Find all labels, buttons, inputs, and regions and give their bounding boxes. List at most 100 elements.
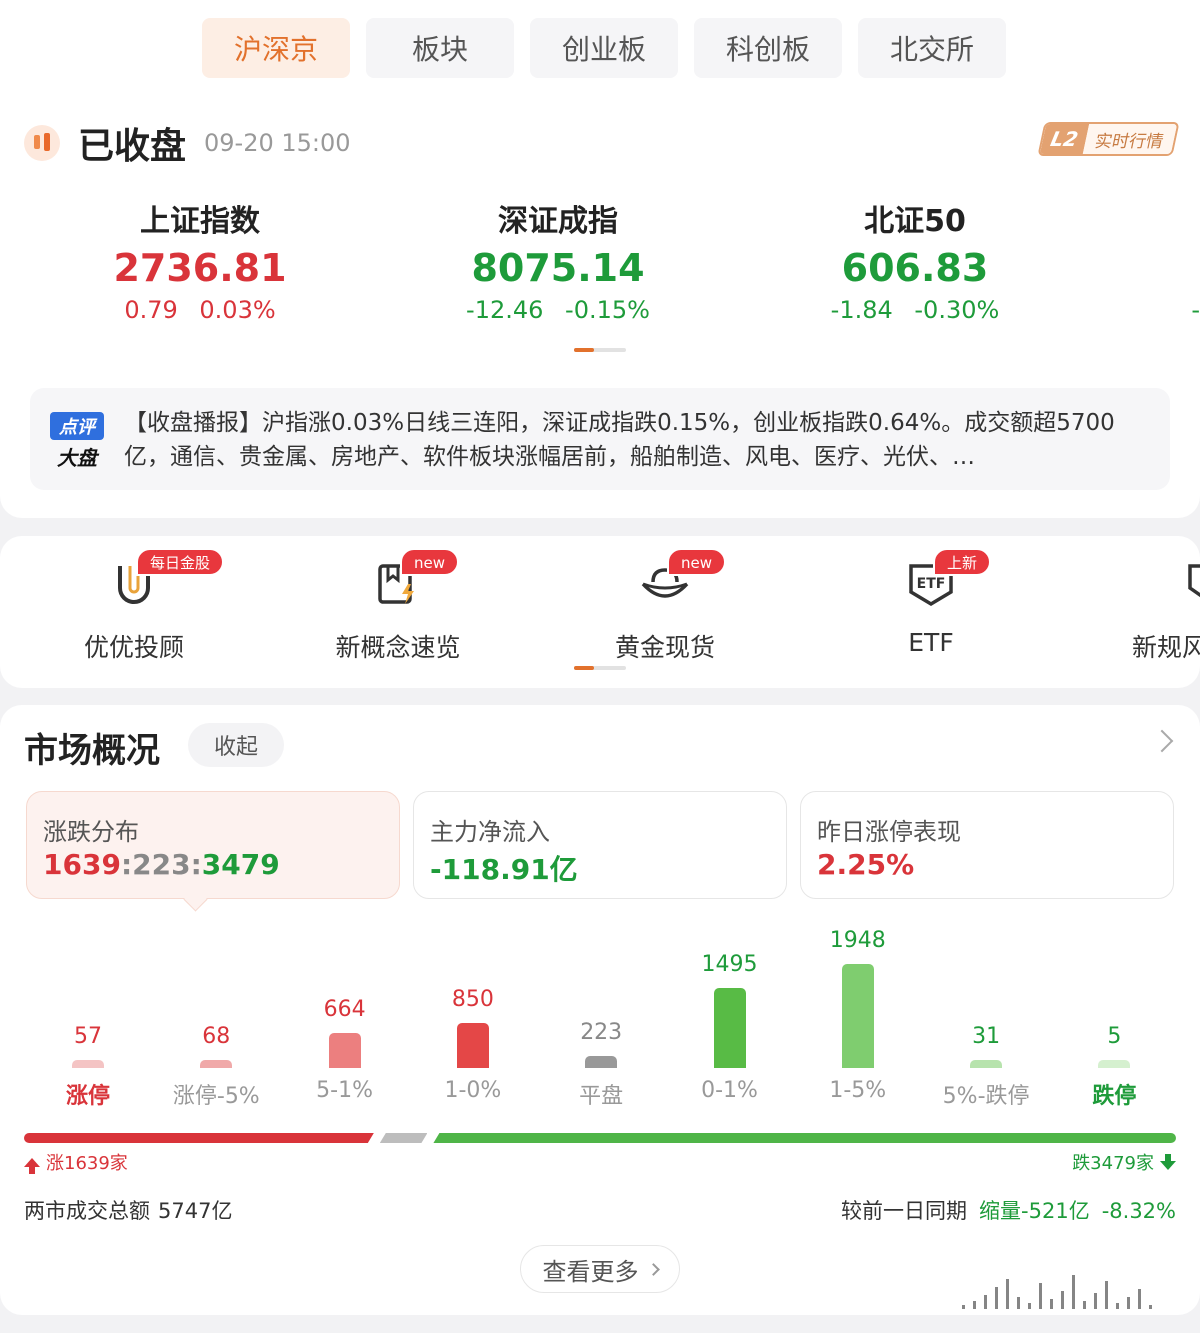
distribution-bar [456,1022,489,1068]
stat-value: 1639:223:3479 [43,848,280,881]
index-value: 8075.14 [471,246,645,290]
stat-value: 2.25% [817,848,915,881]
down-count-label: 跌3479家 [1072,1149,1176,1175]
tab-bse[interactable]: 北交所 [858,18,1006,78]
bar-value-label: 850 [451,986,494,1012]
distribution-bar [1098,1060,1131,1068]
arrow-up-icon [24,1157,40,1174]
compare-change: 缩量-521亿 [979,1199,1090,1223]
bar-value-label: 57 [74,1024,102,1049]
up-flat-down-ratio-bar [24,1133,1176,1143]
distribution-bar [200,1060,233,1068]
l2-badge-label: L2 [1040,124,1090,154]
up-label-text: 涨1639家 [46,1153,128,1174]
shortcut-badge: 每日金股 [136,548,225,576]
news-icon-line1: 点评 [50,412,104,440]
stat-label: 涨跌分布 [43,818,139,846]
tab-sector[interactable]: 板块 [366,18,514,78]
bar-category-label: 1-5% [829,1078,887,1103]
index-name: 北证50 [864,204,966,239]
ratio-down-segment [433,1133,1176,1143]
shortcut-badge: new [400,548,460,576]
compare-label: 较前一日同期 [841,1199,968,1223]
down-count: 3479 [201,848,280,881]
shortcut-label: 新规风 [1132,633,1200,662]
arrow-down-icon [1160,1154,1176,1170]
tab-chinext[interactable]: 创业板 [530,18,678,78]
stat-label: 主力净流入 [430,818,550,846]
shortcut-badge: 上新 [933,548,992,576]
index-carousel: 上证指数 2736.81 0.79 0.03% 深证成指 8075.14 -12… [0,200,1200,330]
flat-count: 223 [132,848,191,881]
bar-category-label: 涨停 [65,1084,110,1109]
bar-value-label: 68 [202,1024,231,1049]
distribution-bar [841,964,874,1068]
stat-value: -118.91亿 [430,853,578,886]
collapse-button[interactable]: 收起 [188,723,284,767]
market-status-time: 09-20 15:00 [204,129,351,157]
watermark-signature [954,1273,1174,1309]
shield-lightning-icon [1184,558,1200,610]
chevron-right-icon[interactable] [1150,729,1174,753]
index-card-shenzhen[interactable]: 深证成指 8075.14 -12.46 -0.15% [408,200,708,328]
stat-rise-fall-distribution[interactable]: 涨跌分布 1639:223:3479 [26,791,400,899]
index-card-bse50[interactable]: 北证50 606.83 -1.84 -0.30% [765,200,1065,328]
stat-main-net-inflow[interactable]: 主力净流入 -118.91亿 [413,791,787,899]
shortcut-new-rules[interactable]: 新规风 [1108,554,1200,674]
up-count-label: 涨1639家 [24,1149,128,1175]
bar-value-label: 31 [972,1024,1001,1049]
turnover-compare: 较前一日同期 缩量-521亿 -8.32% [841,1195,1176,1225]
compare-pct: -8.32% [1101,1199,1176,1223]
shortcut-etf[interactable]: ETF 上新 ETF [821,548,1041,674]
tab-star-market[interactable]: 科创板 [694,18,842,78]
sep: : [120,848,133,881]
next-index-peek: - [1191,296,1200,324]
distribution-bar [713,988,746,1068]
etf-shield-icon: ETF 上新 [905,548,992,610]
book-lightning-icon: new [372,548,460,610]
turnover-label: 两市成交总额 [24,1199,150,1223]
up-count: 1639 [43,848,121,881]
shortcut-gold-spot[interactable]: new 黄金现货 [555,548,775,674]
bar-category-label: 平盘 [579,1084,624,1109]
market-status-row: 已收盘 09-20 15:00 L2 实时行情 [24,118,1180,168]
tab-hushenjing[interactable]: 沪深京 [202,18,350,78]
news-icon-line2: 大盘 [57,446,97,470]
distribution-bar-chart: 57 涨停 68 涨停-5% 664 5-1% 850 1-0% 223 平盘 1495 0-1% 19… [0,920,1200,1120]
index-change: 0.79 0.03% [124,296,276,324]
realtime-label: 实时行情 [1082,124,1178,154]
shortcut-label: 黄金现货 [614,633,715,662]
view-more-label: 查看更多 [542,1257,639,1286]
index-name: 深证成指 [498,204,618,239]
shortcut-label: 新概念速览 [335,633,461,662]
market-header-card: 沪深京 板块 创业板 科创板 北交所 已收盘 09-20 15:00 L2 实时… [0,0,1200,518]
bar-value-label: 223 [580,1020,623,1046]
shortcut-card: 每日金股 优优投顾 new 新概念速览 new 黄金现货 ETF 上新 ETF … [0,536,1200,688]
index-card-shanghai[interactable]: 上证指数 2736.81 0.79 0.03% [50,200,350,328]
l2-realtime-badge[interactable]: L2 实时行情 [1037,122,1180,156]
index-name: 上证指数 [140,204,260,239]
bar-category-label: 涨停-5% [172,1084,260,1109]
shortcut-new-concepts[interactable]: new 新概念速览 [288,548,508,674]
shortcut-pager [574,666,626,670]
bar-category-label: 1-0% [444,1078,502,1103]
market-status: 已收盘 [78,126,187,167]
stat-yesterday-limit-up[interactable]: 昨日涨停表现 2.25% [800,791,1174,899]
market-overview-card: 市场概况 收起 涨跌分布 1639:223:3479 主力净流入 -118.91… [0,705,1200,1315]
shortcut-youyou-advisor[interactable]: 每日金股 优优投顾 [24,548,244,674]
closing-news-banner[interactable]: 点评 大盘 【收盘播报】沪指涨0.03%日线三连阳，深证成指跌0.15%，创业板… [30,388,1170,490]
down-label-text: 跌3479家 [1072,1153,1154,1174]
market-overview-title: 市场概况 [24,731,160,771]
gold-ingot-icon: new [639,548,727,610]
shortcut-badge: new [667,548,727,576]
bar-category-label: 5-1% [316,1078,374,1103]
chevron-right-icon [646,1262,660,1276]
index-pager [574,348,626,352]
sep: : [190,848,202,881]
distribution-bar [328,1032,361,1068]
distribution-bar [970,1060,1003,1068]
total-turnover: 两市成交总额 5747亿 [24,1195,232,1225]
ratio-up-segment [24,1133,374,1143]
candlestick-icon [24,125,60,161]
view-more-button[interactable]: 查看更多 [520,1245,680,1293]
